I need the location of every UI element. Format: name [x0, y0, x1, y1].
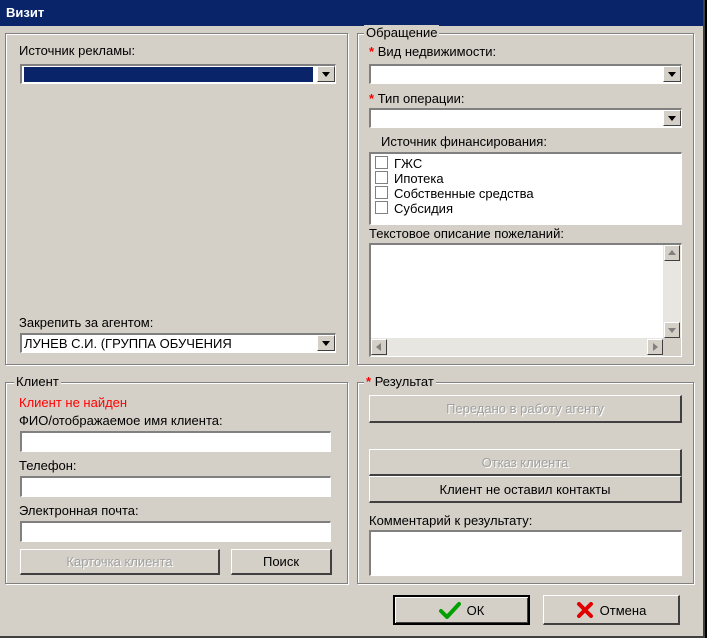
scroll-left-icon[interactable] [371, 339, 387, 355]
request-legend: Обращение [364, 25, 440, 40]
horizontal-scrollbar[interactable] [371, 338, 663, 356]
chevron-down-icon[interactable] [317, 66, 335, 82]
phone-label: Телефон: [19, 458, 77, 473]
financing-option[interactable]: ГЖС [375, 156, 422, 171]
chevron-down-icon[interactable] [663, 110, 681, 126]
operation-type-combo[interactable] [369, 108, 682, 128]
financing-checklist: ГЖС Ипотека Собственные средства Субсиди… [369, 152, 682, 225]
client-name-label: ФИО/отображаемое имя клиента: [19, 413, 223, 428]
checkbox[interactable] [375, 156, 388, 169]
financing-option[interactable]: Собственные средства [375, 186, 534, 201]
scroll-corner [663, 338, 681, 356]
window-title: Визит [6, 5, 45, 20]
ok-button-label: ОК [466, 603, 485, 618]
client-legend: Клиент [14, 374, 61, 389]
no-contacts-button[interactable]: Клиент не оставил контакты [369, 476, 682, 503]
ad-source-value [24, 67, 313, 82]
client-status: Клиент не найден [19, 395, 128, 410]
required-mark: * [369, 91, 375, 106]
agent-value: ЛУНЕВ С.И. (ГРУППА ОБУЧЕНИЯ [24, 336, 232, 351]
result-comment-label: Комментарий к результату: [369, 513, 533, 528]
required-mark: * [369, 44, 375, 59]
financing-option[interactable]: Субсидия [375, 201, 453, 216]
chevron-down-icon[interactable] [663, 66, 681, 82]
phone-field[interactable] [20, 476, 331, 497]
client-group: Клиент Клиент не найден ФИО/отображаемое… [5, 374, 348, 584]
result-legend-text: Результат [374, 374, 434, 389]
financing-label: Источник финансирования: [381, 134, 547, 149]
visit-dialog: Визит Источник рекламы: Закрепить за аге… [0, 0, 705, 638]
transfer-to-agent-button[interactable]: Передано в работу агенту [369, 395, 682, 423]
property-type-label-text: Вид недвижимости: [377, 44, 497, 59]
client-card-button[interactable]: Карточка клиента [20, 549, 220, 575]
operation-type-label-text: Тип операции: [377, 91, 465, 106]
client-refusal-button[interactable]: Отказ клиента [369, 449, 682, 476]
scroll-up-icon[interactable] [664, 245, 680, 261]
ad-source-combo[interactable] [20, 64, 336, 84]
checkbox[interactable] [375, 201, 388, 214]
operation-type-label: * Тип операции: [369, 91, 465, 106]
checkbox[interactable] [375, 186, 388, 199]
scroll-right-icon[interactable] [647, 339, 663, 355]
client-name-field[interactable] [20, 431, 331, 452]
ok-button[interactable]: ОК [393, 595, 530, 625]
agent-combo[interactable]: ЛУНЕВ С.И. (ГРУППА ОБУЧЕНИЯ [20, 333, 336, 353]
email-field[interactable] [20, 521, 331, 542]
result-comment-field[interactable] [369, 530, 682, 576]
vertical-scrollbar[interactable] [663, 245, 681, 338]
search-button[interactable]: Поиск [231, 549, 332, 575]
chevron-down-icon[interactable] [317, 335, 335, 351]
checkmark-icon [438, 602, 461, 619]
agent-label: Закрепить за агентом: [19, 315, 154, 330]
checkbox[interactable] [375, 171, 388, 184]
description-label: Текстовое описание пожеланий: [369, 226, 564, 241]
close-icon [576, 601, 593, 618]
request-group: Обращение * Вид недвижимости: * Тип опер… [357, 25, 694, 365]
result-legend: * Результат [364, 374, 436, 389]
title-bar[interactable]: Визит [0, 0, 703, 26]
scroll-down-icon[interactable] [664, 322, 680, 338]
required-mark: * [366, 374, 372, 389]
financing-option[interactable]: Ипотека [375, 171, 444, 186]
ad-agent-group: Источник рекламы: Закрепить за агентом: … [5, 33, 348, 365]
cancel-button[interactable]: Отмена [543, 595, 680, 625]
description-textarea[interactable] [369, 243, 682, 357]
result-group: * Результат Передано в работу агенту Отк… [357, 374, 694, 584]
ad-source-label: Источник рекламы: [19, 43, 136, 58]
property-type-value [373, 67, 659, 82]
cancel-button-label: Отмена [599, 602, 647, 618]
operation-type-value [373, 111, 659, 126]
email-label: Электронная почта: [19, 503, 139, 518]
property-type-combo[interactable] [369, 64, 682, 84]
property-type-label: * Вид недвижимости: [369, 44, 496, 59]
